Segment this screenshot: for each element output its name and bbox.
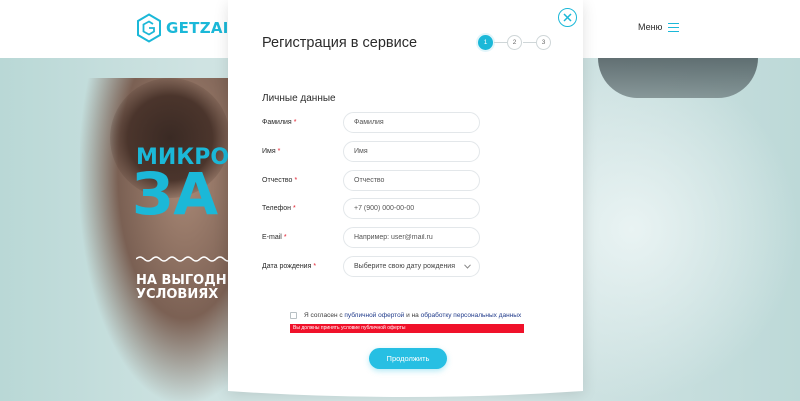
continue-button[interactable]: Продолжить [369,348,447,369]
modal-title: Регистрация в сервисе [262,35,418,51]
phone-label: Телефон * [262,205,296,212]
firstname-label: Имя * [262,148,281,155]
patronymic-label: Отчество * [262,177,298,184]
step-2[interactable]: 2 [507,35,522,50]
consent-checkbox[interactable] [290,312,297,319]
personal-data-link[interactable]: обработку персональных данных [421,312,522,319]
lamp-decoration [598,58,758,98]
lastname-input[interactable] [343,112,480,133]
chevron-down-icon [464,264,471,269]
email-input[interactable] [343,227,480,248]
burger-icon [668,22,680,32]
modal-bottom-curve [228,389,583,397]
menu-label: Меню [638,22,663,32]
consent-error-message: Вы должны принять условие публичной офер… [290,324,524,333]
consent-row: Я согласен с публичной офертой и на обра… [290,312,521,319]
close-button[interactable] [558,8,577,27]
wave-icon [136,256,232,262]
lastname-label: Фамилия * [262,119,297,126]
firstname-input[interactable] [343,141,480,162]
close-icon [563,13,572,22]
menu-button[interactable]: Меню [638,22,680,32]
phone-input[interactable] [343,198,480,219]
hero-subheading: НА ВЫГОДН УСЛОВИЯХ [136,273,227,302]
birthdate-select-value: Выберите свою дату рождения [354,263,456,270]
step-1[interactable]: 1 [478,35,493,50]
step-3[interactable]: 3 [536,35,551,50]
step-indicator: 1 2 3 [478,35,558,51]
birthdate-label: Дата рождения * [262,263,317,270]
section-title: Личные данные [262,93,336,104]
email-label: E-mail * [262,234,287,241]
public-offer-link[interactable]: публичной офертой [344,312,404,319]
hero-heading-line2: ЗА [132,160,219,228]
birthdate-select[interactable]: Выберите свою дату рождения [343,256,480,277]
hexagon-g-logo-icon [137,13,161,43]
registration-modal: Регистрация в сервисе 1 2 3 Личные данны… [228,0,583,390]
consent-text: Я согласен с публичной офертой и на обра… [304,312,522,319]
patronymic-input[interactable] [343,170,480,191]
